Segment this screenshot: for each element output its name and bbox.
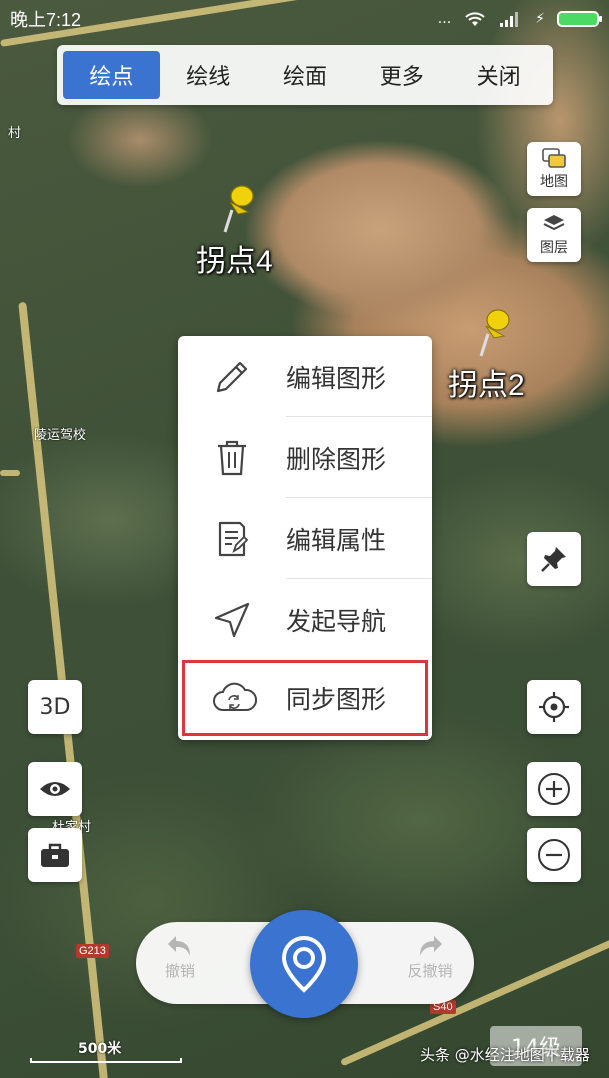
- navigation-arrow-icon: [178, 598, 286, 642]
- map-switch-button[interactable]: 地图: [527, 142, 581, 196]
- menu-item-label: 编辑属性: [286, 525, 387, 555]
- menu-item-label: 发起导航: [286, 606, 387, 636]
- redo-button[interactable]: 反撤销: [390, 932, 470, 996]
- status-bar: 晚上7:12 ... ⚡: [0, 0, 609, 38]
- watermark: 头条 @水经注地图下载器: [420, 1046, 590, 1064]
- signal-icon: [500, 12, 519, 27]
- layers-icon: [543, 215, 565, 231]
- pin-icon[interactable]: [474, 304, 514, 360]
- undo-button[interactable]: 撤销: [140, 932, 220, 996]
- map-switch-label: 地图: [540, 174, 568, 190]
- more-dots: ...: [437, 11, 452, 27]
- battery-icon: [557, 11, 602, 27]
- redo-label: 反撤销: [407, 962, 453, 980]
- toolbox-button[interactable]: [28, 828, 82, 882]
- trash-icon: [178, 436, 286, 480]
- place-label: 村: [8, 126, 22, 141]
- three-d-button[interactable]: 3D: [28, 680, 82, 734]
- status-icons: ... ⚡: [437, 10, 602, 28]
- road: [0, 470, 20, 476]
- tool-draw-polygon[interactable]: 绘面: [257, 51, 354, 99]
- redo-arrow-icon: [420, 936, 442, 956]
- menu-sync-shape[interactable]: 同步图形: [182, 660, 428, 736]
- add-point-main-button[interactable]: [250, 910, 358, 1018]
- location-marker-icon: [281, 935, 327, 993]
- context-menu: 编辑图形 删除图形 编辑属性 发起导航 同步图形: [178, 336, 432, 740]
- menu-item-label: 删除图形: [286, 444, 387, 474]
- zoom-out-button[interactable]: [527, 828, 581, 882]
- briefcase-icon: [41, 843, 69, 867]
- menu-item-label: 编辑图形: [286, 363, 387, 393]
- menu-edit-attributes[interactable]: 编辑属性: [178, 498, 432, 579]
- scale-label: 500米: [78, 1041, 122, 1057]
- road-badge: G213: [76, 944, 109, 958]
- pin-icon[interactable]: [218, 180, 258, 236]
- tool-close[interactable]: 关闭: [450, 51, 547, 99]
- tool-draw-line[interactable]: 绘线: [160, 51, 257, 99]
- map-icon: [542, 148, 566, 168]
- pin-label: 拐点2: [448, 369, 525, 402]
- plus-circle-icon: [538, 773, 570, 805]
- my-location-button[interactable]: [527, 680, 581, 734]
- crosshair-icon: [539, 692, 569, 722]
- charging-icon: ⚡: [535, 11, 545, 27]
- menu-delete-shape[interactable]: 删除图形: [178, 417, 432, 498]
- eye-icon: [40, 782, 70, 796]
- zoom-in-button[interactable]: [527, 762, 581, 816]
- visibility-button[interactable]: [28, 762, 82, 816]
- undo-label: 撤销: [164, 962, 195, 980]
- layer-label: 图层: [540, 240, 568, 256]
- status-time: 晚上7:12: [10, 10, 82, 30]
- menu-item-label: 同步图形: [286, 685, 387, 714]
- minus-circle-icon: [538, 839, 570, 871]
- draw-toolbar: 绘点 绘线 绘面 更多 关闭: [57, 45, 553, 105]
- pencil-icon: [178, 355, 286, 399]
- pushpin-icon: [541, 547, 566, 572]
- pin-label: 拐点4: [196, 245, 273, 278]
- undo-arrow-icon: [168, 936, 190, 956]
- menu-edit-shape[interactable]: 编辑图形: [178, 336, 432, 417]
- add-marker-button[interactable]: [527, 532, 581, 586]
- place-label: 陵运驾校: [34, 428, 87, 443]
- wifi-icon: [465, 12, 485, 26]
- cloud-sync-icon: [182, 678, 286, 718]
- tool-draw-point[interactable]: 绘点: [63, 51, 160, 99]
- tool-more[interactable]: 更多: [353, 51, 450, 99]
- scale-bar: [30, 1058, 182, 1063]
- properties-icon: [178, 517, 286, 561]
- menu-start-navigation[interactable]: 发起导航: [178, 579, 432, 660]
- layer-button[interactable]: 图层: [527, 208, 581, 262]
